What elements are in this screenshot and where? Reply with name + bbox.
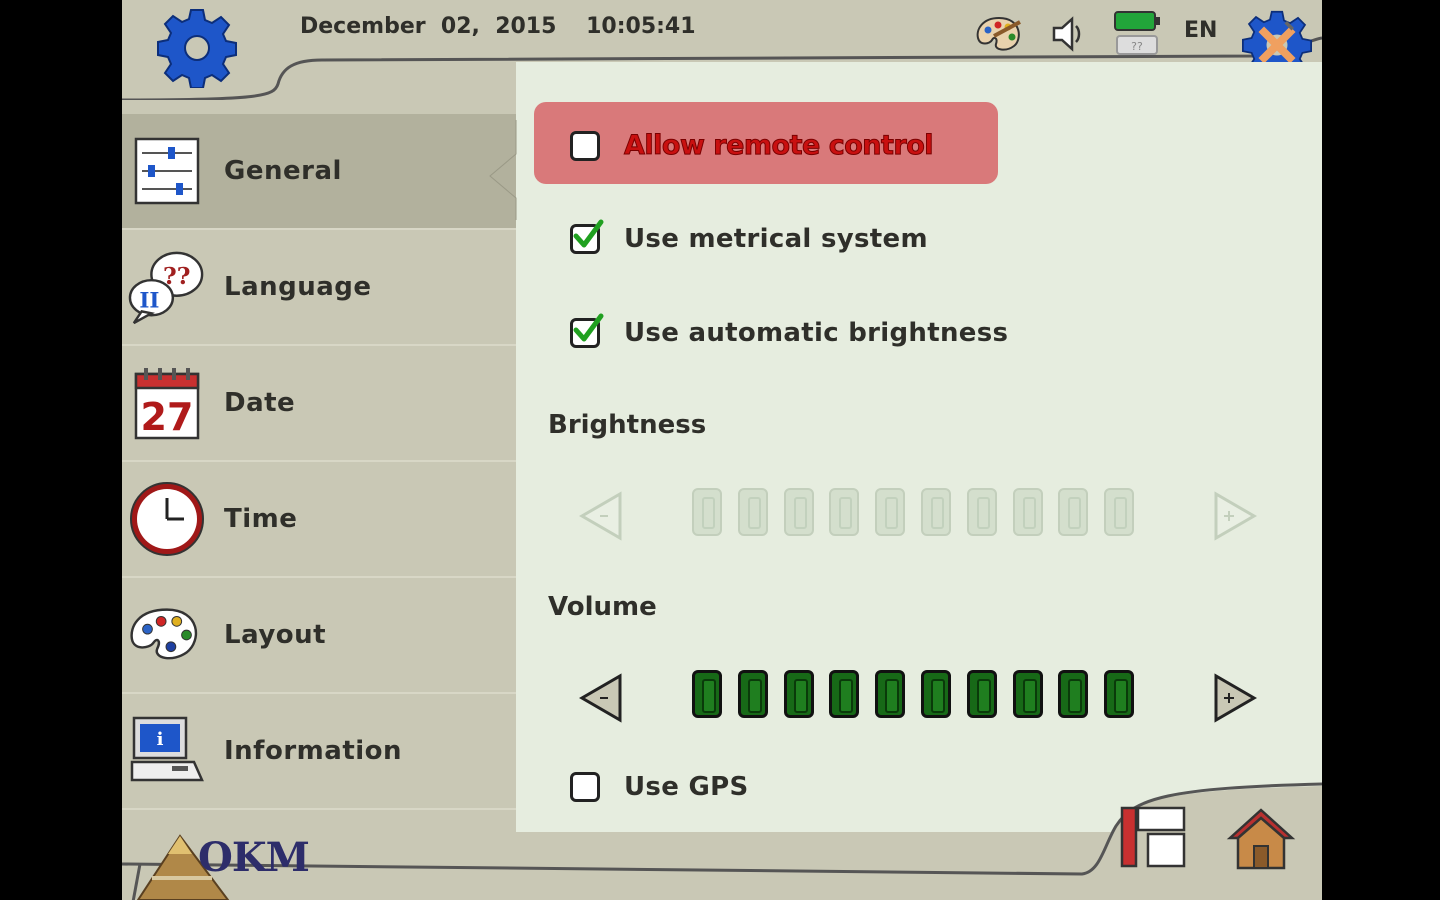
panel-toggle-icon[interactable] [1118, 804, 1190, 870]
general-settings-panel: Allow remote control Use metrical system… [516, 62, 1322, 832]
date-text: December 02, 2015 [300, 14, 557, 39]
allow-remote-control-label: Allow remote control [623, 130, 934, 162]
sidebar-item-label: Language [224, 272, 372, 302]
checkbox-checked[interactable] [570, 219, 604, 254]
level-segment[interactable] [737, 670, 768, 718]
sidebar-item-label: Layout [224, 620, 327, 650]
sidebar-item-layout[interactable]: Layout [122, 578, 516, 694]
level-segment[interactable] [966, 670, 997, 718]
settings-sidebar: General ?? II Language 27 Date Time Layo… [122, 114, 516, 816]
checkbox-checked[interactable] [570, 313, 604, 348]
level-segment[interactable] [737, 488, 768, 536]
volume-increase-icon[interactable] [1212, 670, 1260, 726]
calendar-day: 27 [141, 395, 194, 439]
home-icon[interactable] [1226, 806, 1296, 872]
clock-icon [128, 480, 206, 558]
level-segment[interactable] [920, 670, 951, 718]
sidebar-item-label: Time [224, 504, 298, 534]
brightness-slider [576, 488, 1266, 548]
auto-brightness-label: Use automatic brightness [624, 318, 1009, 348]
level-segment[interactable] [783, 488, 814, 536]
svg-text:??: ?? [1131, 40, 1143, 53]
brightness-title: Brightness [548, 410, 707, 440]
sidebar-item-label: Date [224, 388, 296, 418]
level-segment[interactable] [1058, 670, 1089, 718]
language-code[interactable]: EN [1184, 18, 1217, 43]
metric-system-checkbox[interactable]: Use metrical system [570, 219, 928, 254]
checkmark-icon [573, 313, 604, 342]
metric-system-label: Use metrical system [624, 224, 928, 254]
sidebar-item-general[interactable]: General [122, 114, 516, 230]
calendar-icon: 27 [128, 364, 206, 442]
volume-decrease-icon[interactable] [576, 670, 624, 726]
level-segment[interactable] [875, 488, 906, 536]
palette-icon [128, 596, 206, 674]
level-segment[interactable] [829, 670, 860, 718]
okm-logo-text: OKM [198, 834, 310, 881]
speaker-icon[interactable] [1048, 14, 1088, 54]
checkbox-unchecked[interactable] [570, 130, 600, 161]
level-segment[interactable] [783, 670, 814, 718]
level-segment[interactable] [829, 488, 860, 536]
brightness-level[interactable] [692, 488, 1150, 536]
level-segment[interactable] [1104, 670, 1135, 718]
brightness-increase-icon[interactable] [1212, 488, 1260, 544]
speech-bubbles-icon: ?? II [128, 248, 206, 326]
sidebar-item-label: General [224, 156, 342, 186]
question-marks: ?? [163, 262, 190, 290]
battery-icon: ?? [1114, 11, 1160, 55]
level-segment[interactable] [692, 488, 722, 536]
active-item-pointer [486, 120, 517, 220]
date-time-display: December 02, 2015 10:05:41 [300, 14, 718, 39]
sidebar-item-language[interactable]: ?? II Language [122, 230, 516, 346]
svg-text:II: II [139, 288, 159, 313]
volume-level[interactable] [692, 670, 1150, 718]
level-segment[interactable] [966, 488, 997, 536]
checkmark-icon [573, 219, 604, 248]
settings-gear-icon[interactable] [157, 8, 237, 88]
time-text: 10:05:41 [586, 14, 696, 39]
level-segment[interactable] [920, 488, 951, 536]
allow-remote-control-checkbox[interactable]: Allow remote control [570, 130, 934, 162]
sidebar-item-time[interactable]: Time [122, 462, 516, 578]
auto-brightness-checkbox[interactable]: Use automatic brightness [570, 313, 1009, 348]
volume-slider [576, 670, 1266, 730]
level-segment[interactable] [875, 670, 906, 718]
settings-app: December 02, 2015 10:05:41 ?? EN General… [122, 0, 1322, 900]
level-segment[interactable] [1012, 488, 1043, 536]
palette-icon[interactable] [974, 14, 1024, 54]
volume-title: Volume [548, 592, 657, 622]
sliders-icon [128, 132, 206, 210]
level-segment[interactable] [1012, 670, 1043, 718]
brightness-decrease-icon[interactable] [576, 488, 624, 544]
level-segment[interactable] [1058, 488, 1089, 536]
sidebar-item-date[interactable]: 27 Date [122, 346, 516, 462]
level-segment[interactable] [1104, 488, 1135, 536]
level-segment[interactable] [692, 670, 722, 718]
